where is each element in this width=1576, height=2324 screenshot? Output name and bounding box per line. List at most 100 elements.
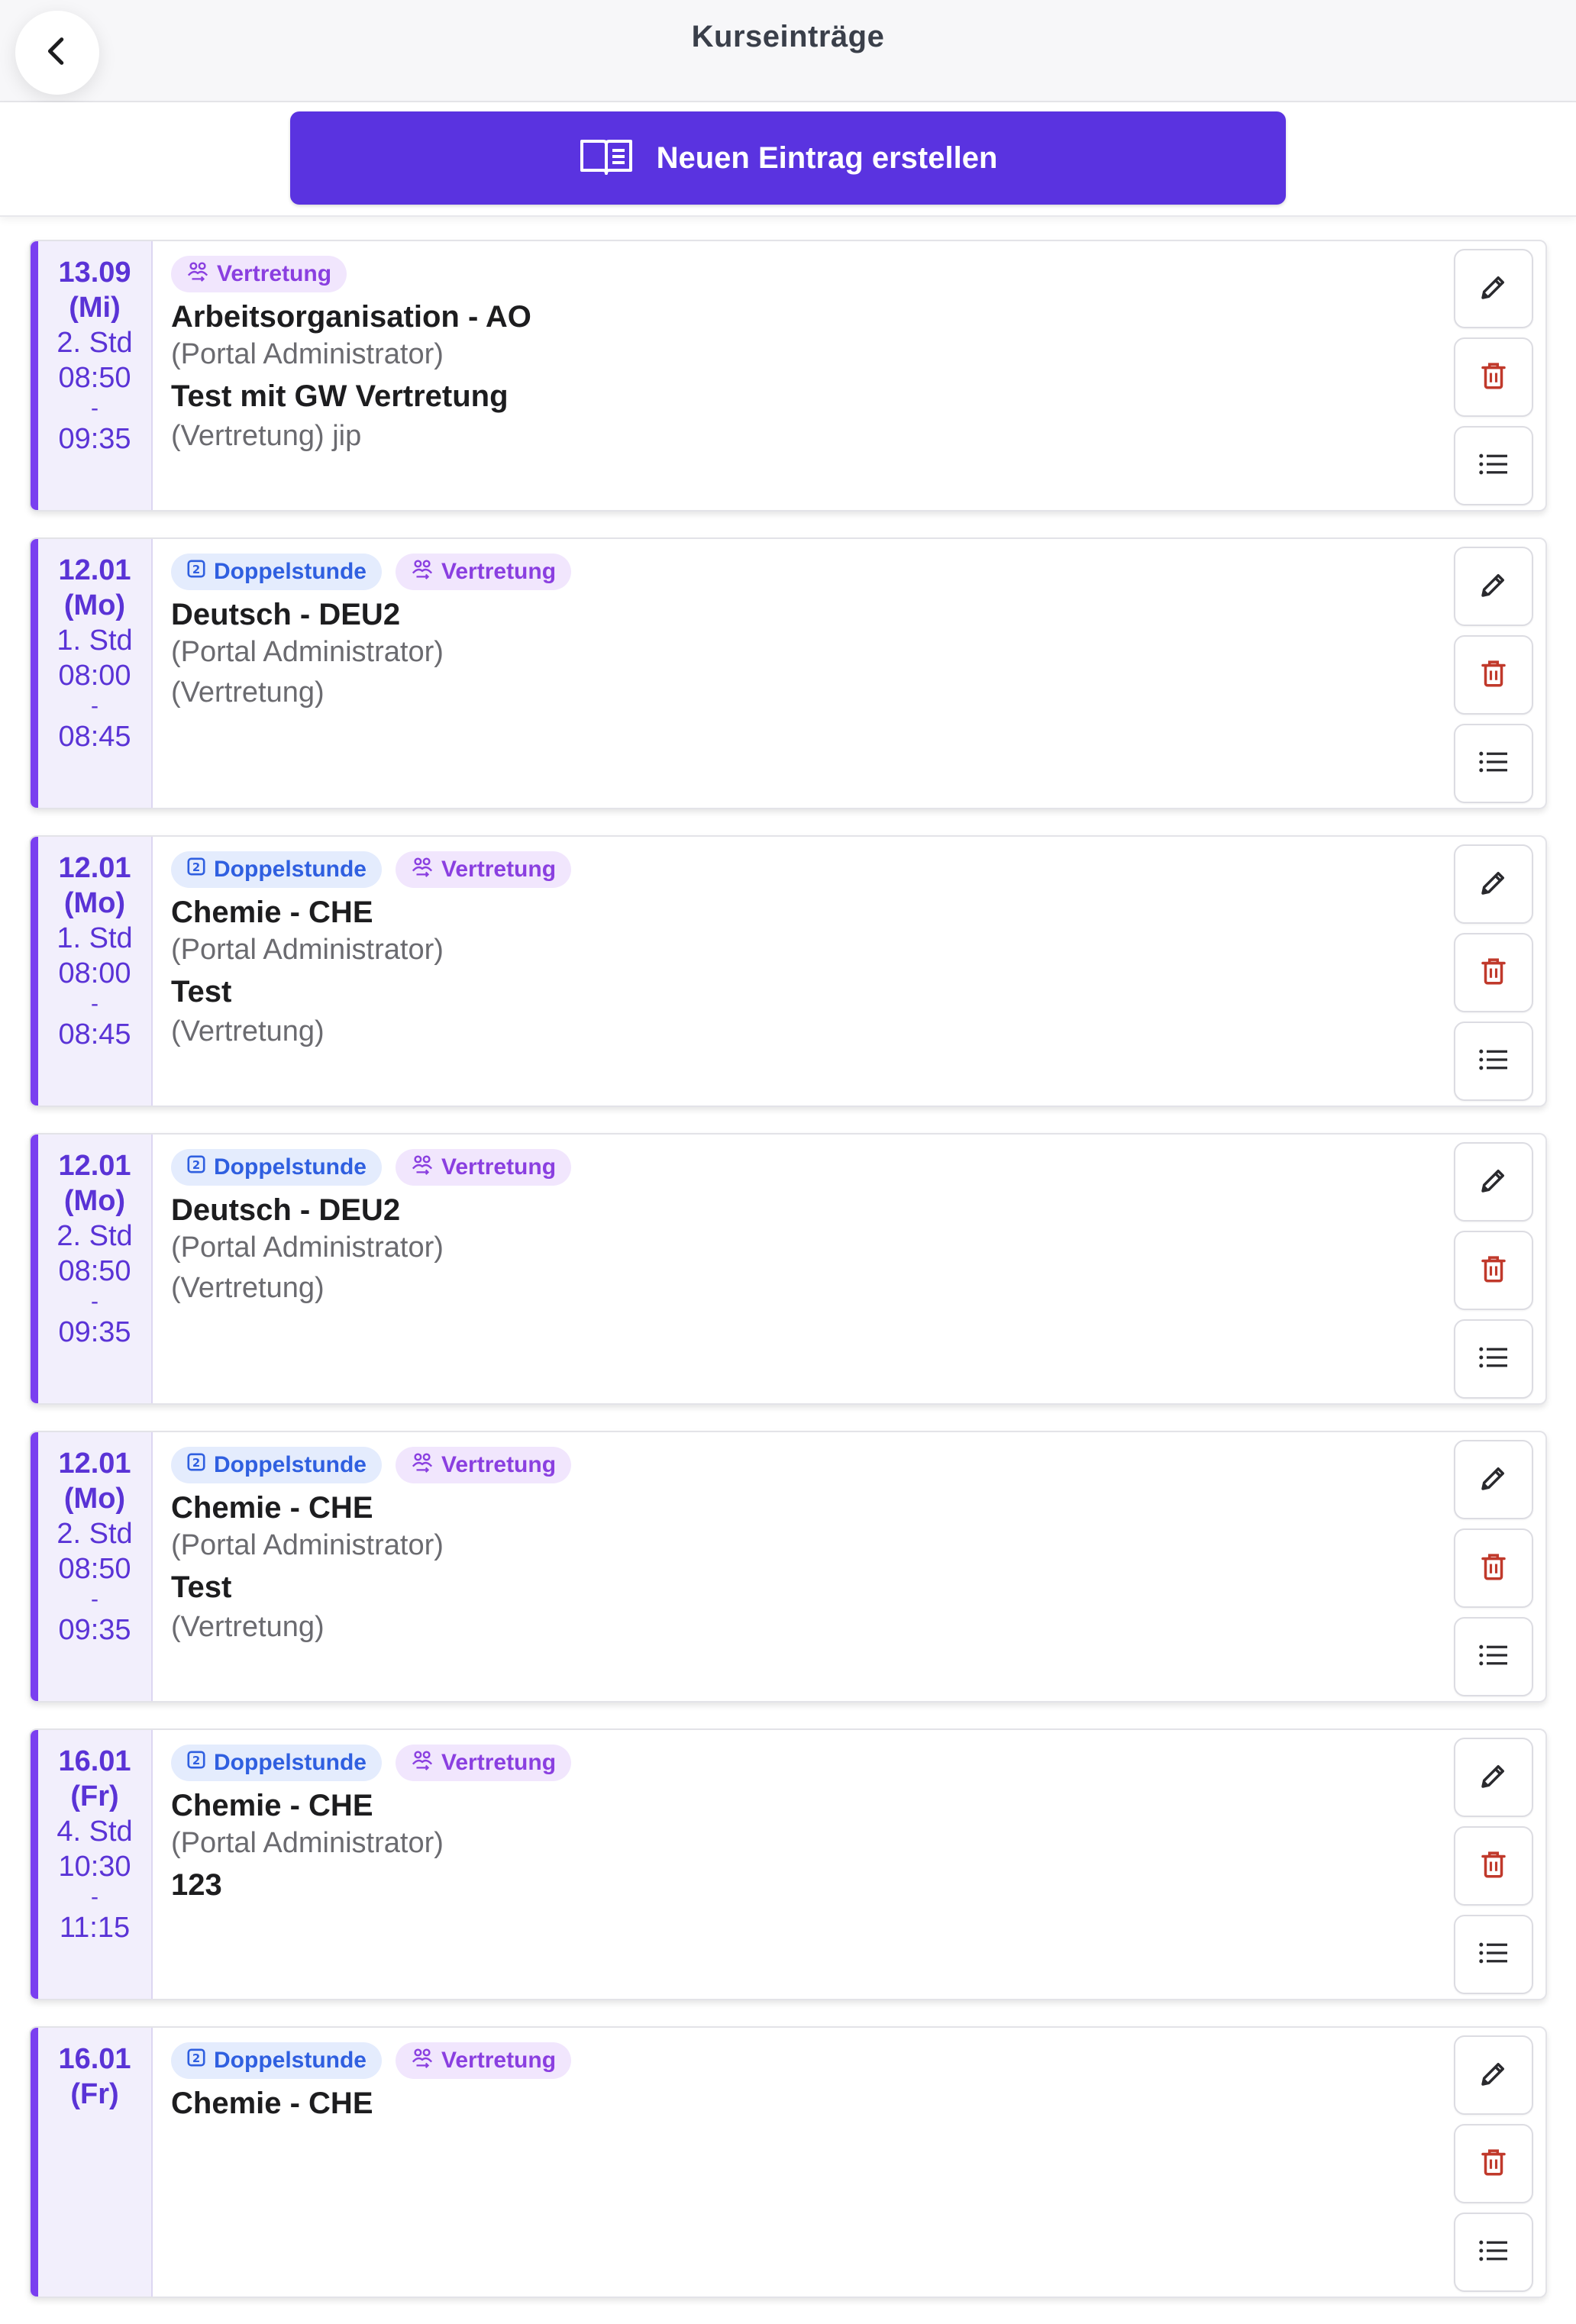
entry-time-column: 16.01 (Fr) 4. Std 10:30 - 11:15 (31, 1730, 153, 1999)
list-icon (1477, 1046, 1510, 1077)
app-header: Kurseinträge (0, 0, 1576, 102)
entry-badges: 2 Doppelstunde Vertretung (171, 553, 1545, 591)
entry-weekday: (Fr) (70, 1780, 119, 1812)
delete-button[interactable] (1454, 2124, 1533, 2203)
entry-time-column: 16.01 (Fr) (31, 2028, 153, 2297)
entry-badges: 2 Doppelstunde Vertretung (171, 1148, 1545, 1186)
entry-end-time: 09:35 (58, 1614, 131, 1646)
badge-double-lesson: 2 Doppelstunde (171, 2042, 382, 2079)
entry-list: 13.09 (Mi) 2. Std 08:50 - 09:35 Vertretu… (29, 240, 1547, 2324)
badge-label: Vertretung (441, 857, 557, 882)
entry-time-separator: - (91, 1289, 98, 1314)
pencil-icon (1478, 2058, 1510, 2093)
edit-button[interactable] (1454, 249, 1533, 328)
entry-teacher: (Portal Administrator) (171, 636, 444, 668)
delete-button[interactable] (1454, 635, 1533, 715)
entry-course: Chemie - CHE (171, 1491, 373, 1525)
users-swap-icon (411, 2047, 434, 2074)
badge-label: Doppelstunde (214, 559, 367, 584)
list-icon (1477, 2237, 1510, 2268)
entry-badges: Vertretung (171, 255, 1545, 293)
entry-start-time: 10:30 (58, 1851, 131, 1883)
edit-button[interactable] (1454, 1142, 1533, 1222)
entry-period: 1. Std (57, 625, 133, 657)
details-button[interactable] (1454, 1022, 1533, 1101)
badge-double-lesson: 2 Doppelstunde (171, 1149, 382, 1186)
entry-badges: 2 Doppelstunde Vertretung (171, 2042, 1545, 2080)
entry-course: Deutsch - DEU2 (171, 1193, 401, 1227)
entry-note: (Vertretung) (171, 676, 325, 708)
pencil-icon (1478, 1760, 1510, 1796)
delete-button[interactable] (1454, 1826, 1533, 1906)
details-button[interactable] (1454, 426, 1533, 505)
badge-label: Vertretung (441, 1452, 557, 1477)
entry-weekday: (Mo) (63, 1185, 126, 1217)
delete-button[interactable] (1454, 1231, 1533, 1310)
details-button[interactable] (1454, 724, 1533, 803)
entry-actions (1454, 844, 1533, 1101)
entry-actions (1454, 1738, 1533, 1994)
badge-substitution: Vertretung (396, 851, 572, 888)
entry-badges: 2 Doppelstunde Vertretung (171, 1446, 1545, 1484)
entry-topic: Test mit GW Vertretung (171, 379, 509, 413)
edit-button[interactable] (1454, 2035, 1533, 2115)
svg-text:2: 2 (192, 563, 200, 576)
list-icon (1477, 1344, 1510, 1375)
course-entry-card: 16.01 (Fr) 4. Std 10:30 - 11:15 2 Doppel… (29, 1728, 1547, 2000)
entry-body: 2 Doppelstunde Vertretung Deutsch - DEU2… (153, 539, 1545, 808)
entry-body: 2 Doppelstunde Vertretung Chemie - CHE (… (153, 837, 1545, 1106)
badge-label: Vertretung (441, 2048, 557, 2073)
new-entry-button[interactable]: Neuen Eintrag erstellen (290, 111, 1286, 205)
entry-actions (1454, 2035, 1533, 2292)
pencil-icon (1478, 1462, 1510, 1498)
details-button[interactable] (1454, 1319, 1533, 1399)
entry-time-separator: - (91, 395, 98, 421)
pencil-icon (1478, 271, 1510, 307)
entry-time-column: 12.01 (Mo) 2. Std 08:50 - 09:35 (31, 1135, 153, 1403)
badge-double-lesson: 2 Doppelstunde (171, 1447, 382, 1483)
entry-time-column: 12.01 (Mo) 1. Std 08:00 - 08:45 (31, 837, 153, 1106)
entry-note: (Vertretung) jip (171, 420, 362, 452)
list-icon (1477, 450, 1510, 482)
course-entry-card: 13.09 (Mi) 2. Std 08:50 - 09:35 Vertretu… (29, 240, 1547, 512)
trash-icon (1478, 1551, 1509, 1586)
badge-substitution: Vertretung (396, 554, 572, 590)
entry-teacher: (Portal Administrator) (171, 338, 444, 370)
entry-date: 13.09 (58, 257, 131, 289)
badge-label: Doppelstunde (214, 2048, 367, 2073)
details-button[interactable] (1454, 2213, 1533, 2292)
entry-start-time: 08:50 (58, 1553, 131, 1585)
delete-button[interactable] (1454, 337, 1533, 417)
details-button[interactable] (1454, 1915, 1533, 1994)
users-swap-icon (411, 1749, 434, 1777)
delete-button[interactable] (1454, 933, 1533, 1012)
badge-label: Doppelstunde (214, 857, 367, 882)
edit-button[interactable] (1454, 547, 1533, 626)
list-icon (1477, 1641, 1510, 1673)
entry-course: Chemie - CHE (171, 1789, 373, 1822)
entry-date: 16.01 (58, 2043, 131, 2075)
edit-button[interactable] (1454, 1440, 1533, 1519)
entry-period: 2. Std (57, 1220, 133, 1252)
course-entry-card: 12.01 (Mo) 2. Std 08:50 - 09:35 2 Doppel… (29, 1431, 1547, 1703)
badge-label: Doppelstunde (214, 1452, 367, 1477)
page-title: Kurseinträge (691, 20, 885, 53)
edit-button[interactable] (1454, 844, 1533, 924)
delete-button[interactable] (1454, 1528, 1533, 1608)
badge-label: Vertretung (217, 261, 332, 286)
badge-substitution: Vertretung (396, 1745, 572, 1781)
entry-period: 2. Std (57, 327, 133, 359)
entry-teacher: (Portal Administrator) (171, 1231, 444, 1264)
details-button[interactable] (1454, 1617, 1533, 1696)
entry-time-separator: - (91, 693, 98, 718)
badge-substitution: Vertretung (396, 2042, 572, 2079)
entry-body: Vertretung Arbeitsorganisation - AO (Por… (153, 241, 1545, 510)
badge-label: Doppelstunde (214, 1154, 367, 1180)
entry-teacher: (Portal Administrator) (171, 1827, 444, 1859)
edit-button[interactable] (1454, 1738, 1533, 1817)
entry-weekday: (Fr) (70, 2078, 119, 2110)
entry-end-time: 08:45 (58, 1018, 131, 1051)
trash-icon (1478, 2146, 1509, 2182)
badge-label: Vertretung (441, 1154, 557, 1180)
entry-course: Deutsch - DEU2 (171, 598, 401, 631)
